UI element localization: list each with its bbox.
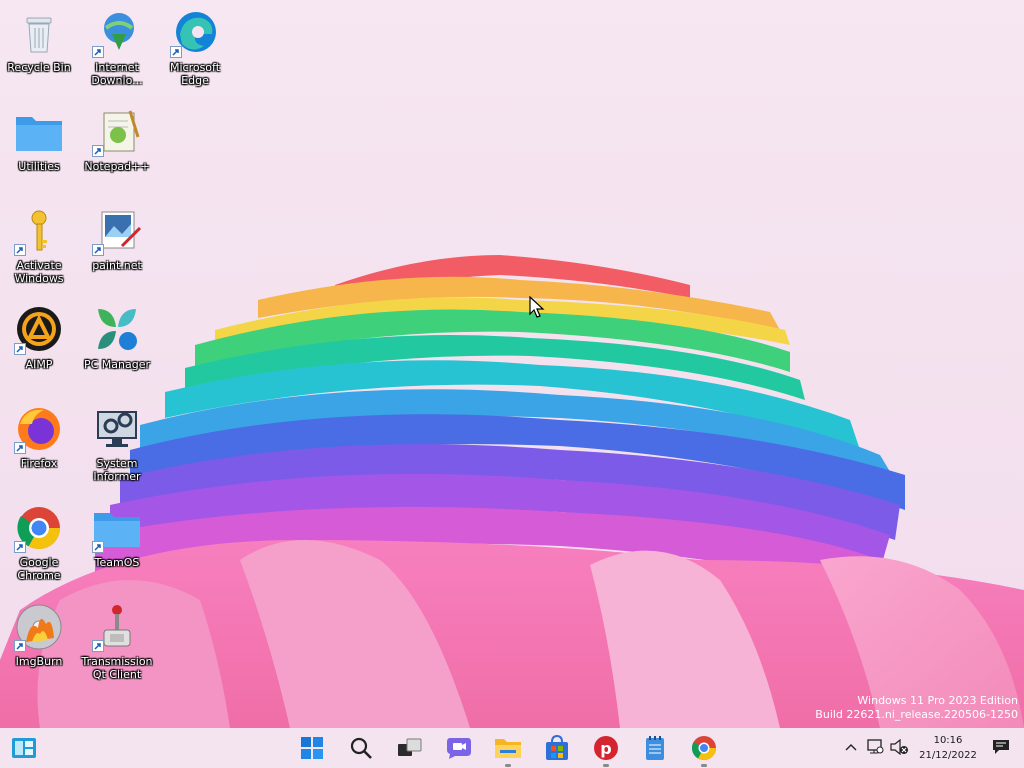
desktop-icon-label: Transmission Qt Client xyxy=(81,655,153,681)
psiphon-button[interactable]: p xyxy=(590,732,622,767)
task-view-button[interactable] xyxy=(394,732,426,764)
svg-text:p: p xyxy=(600,739,611,758)
running-indicator xyxy=(701,764,707,767)
desktop-icon-label: Firefox xyxy=(20,457,58,470)
microsoft-store-icon xyxy=(546,735,568,760)
folder-icon xyxy=(14,107,64,157)
start-button[interactable] xyxy=(296,732,328,764)
system-informer-icon xyxy=(92,404,142,454)
running-indicator xyxy=(505,764,511,767)
notification-icon xyxy=(993,740,1009,754)
desktop-icon-label: Internet Downlo... xyxy=(91,61,143,87)
desktop-icon-firefox[interactable]: Firefox xyxy=(0,400,78,492)
shortcut-arrow-icon xyxy=(92,46,104,58)
chevron-up-icon xyxy=(845,744,857,751)
desktop-icon-label: TeamOS xyxy=(94,556,140,569)
imgburn-icon xyxy=(14,602,64,652)
volume-muted-icon xyxy=(890,739,908,755)
widgets-button[interactable] xyxy=(8,732,40,764)
chrome-button[interactable] xyxy=(688,732,720,767)
desktop-icon-label: Activate Windows xyxy=(14,259,64,285)
shortcut-arrow-icon xyxy=(92,244,104,256)
desktop-icon-transmission[interactable]: Transmission Qt Client xyxy=(78,598,156,690)
transmission-icon xyxy=(92,602,142,652)
network-icon xyxy=(867,739,884,754)
notepad-plus-plus-icon xyxy=(92,107,142,157)
volume-button[interactable] xyxy=(888,736,910,758)
folder-icon xyxy=(92,503,142,553)
desktop-icon-internet-download-manager[interactable]: Internet Downlo... xyxy=(78,4,156,96)
shortcut-arrow-icon xyxy=(14,640,26,652)
desktop-icon-paint-net[interactable]: paint.net xyxy=(78,202,156,294)
file-explorer-button[interactable] xyxy=(492,732,524,767)
desktop-icon-system-informer[interactable]: System Informer xyxy=(78,400,156,492)
task-view-icon xyxy=(398,738,422,756)
desktop-icon-label: paint.net xyxy=(92,259,142,272)
desktop-icon-label: System Informer xyxy=(93,457,141,483)
shortcut-arrow-icon xyxy=(92,640,104,652)
mouse-cursor-icon xyxy=(529,296,545,318)
shortcut-arrow-icon xyxy=(14,343,26,355)
shortcut-arrow-icon xyxy=(92,541,104,553)
file-explorer-icon xyxy=(495,739,521,758)
search-button[interactable] xyxy=(345,732,377,764)
search-icon xyxy=(350,737,372,759)
notepad-button[interactable] xyxy=(639,732,671,764)
desktop-icon-teamos[interactable]: TeamOS xyxy=(78,499,156,591)
chrome-icon xyxy=(691,736,716,761)
desktop-icon-aimp[interactable]: AIMP xyxy=(0,301,78,393)
desktop-icon-label: ImgBurn xyxy=(15,655,63,668)
notification-center-button[interactable] xyxy=(990,736,1012,758)
watermark-edition: Windows 11 Pro 2023 Edition xyxy=(857,694,1018,707)
pc-manager-icon xyxy=(92,305,142,355)
chat-button[interactable] xyxy=(443,732,475,764)
shortcut-arrow-icon xyxy=(92,145,104,157)
desktop-icon-label: Google Chrome xyxy=(17,556,61,582)
recycle-bin-icon xyxy=(14,8,64,58)
start-icon xyxy=(301,737,323,759)
desktop-icon-google-chrome[interactable]: Google Chrome xyxy=(0,499,78,591)
desktop-icon-label: Recycle Bin xyxy=(7,61,71,74)
desktop-icon-label: PC Manager xyxy=(83,358,151,371)
desktop-icon-notepad-plus-plus[interactable]: Notepad++ xyxy=(78,103,156,195)
network-button[interactable] xyxy=(864,736,886,758)
running-indicator xyxy=(603,764,609,767)
desktop-icon-label: AIMP xyxy=(25,358,53,371)
taskbar: p 10:16 21/12/2022 xyxy=(0,728,1024,768)
aimp-icon xyxy=(14,305,64,355)
desktop-icon-label: Utilities xyxy=(18,160,60,173)
desktop-icon-imgburn[interactable]: ImgBurn xyxy=(0,598,78,690)
desktop-icon-label: Notepad++ xyxy=(84,160,150,173)
desktop-icon-pc-manager[interactable]: PC Manager xyxy=(78,301,156,393)
taskbar-clock[interactable]: 10:16 21/12/2022 xyxy=(912,733,984,763)
desktop-icon-utilities[interactable]: Utilities xyxy=(0,103,78,195)
microsoft-store-button[interactable] xyxy=(541,732,573,764)
key-icon xyxy=(14,206,64,256)
internet-download-manager-icon xyxy=(92,8,142,58)
chat-icon xyxy=(447,738,471,759)
clock-date: 21/12/2022 xyxy=(919,750,977,761)
widgets-icon xyxy=(12,738,36,758)
desktop-icon-label: Microsoft Edge xyxy=(169,61,221,87)
paint-net-icon xyxy=(92,206,142,256)
notepad-icon xyxy=(646,736,664,760)
windows-watermark: Windows 11 Pro 2023 Edition Build 22621.… xyxy=(815,694,1018,722)
chrome-icon xyxy=(14,503,64,553)
firefox-icon xyxy=(14,404,64,454)
clock-time: 10:16 xyxy=(933,735,963,746)
shortcut-arrow-icon xyxy=(14,244,26,256)
show-hidden-icons-button[interactable] xyxy=(840,736,862,758)
shortcut-arrow-icon xyxy=(14,541,26,553)
desktop-icon-recycle-bin[interactable]: Recycle Bin xyxy=(0,4,78,96)
desktop-icon-microsoft-edge[interactable]: Microsoft Edge xyxy=(156,4,234,96)
desktop-icon-activate-windows[interactable]: Activate Windows xyxy=(0,202,78,294)
psiphon-icon: p xyxy=(594,736,618,760)
edge-icon xyxy=(170,8,220,58)
shortcut-arrow-icon xyxy=(14,442,26,454)
shortcut-arrow-icon xyxy=(170,46,182,58)
watermark-build: Build 22621.ni_release.220506-1250 xyxy=(815,708,1018,721)
